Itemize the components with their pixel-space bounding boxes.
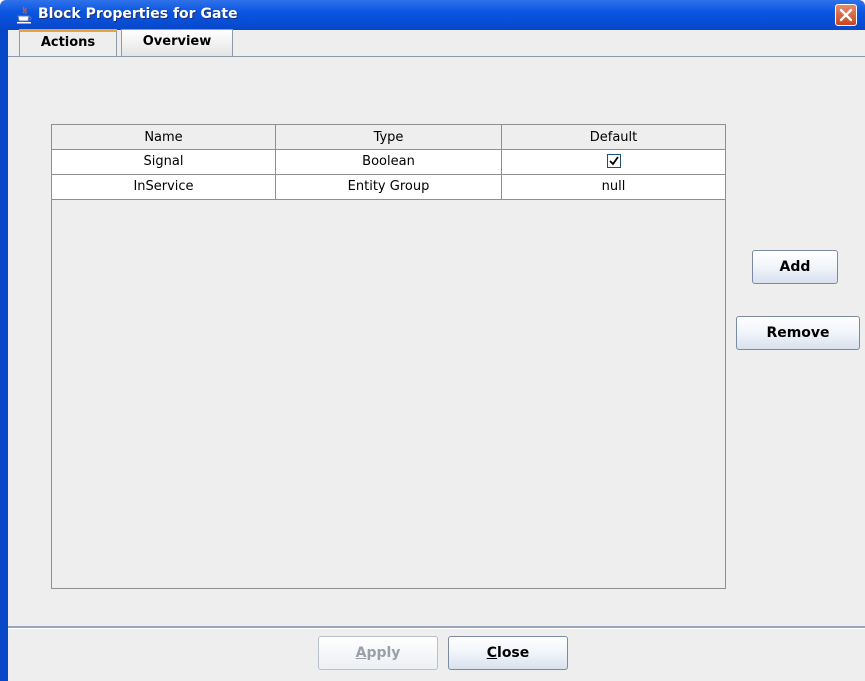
table-header: Name Type Default [52, 125, 725, 150]
table-row[interactable]: InService Entity Group null [52, 175, 725, 200]
java-cup-icon [16, 6, 32, 24]
cell-type[interactable]: Entity Group [276, 175, 502, 199]
actions-table[interactable]: Name Type Default Signal Boolean InServi… [51, 124, 726, 589]
column-header-type[interactable]: Type [276, 125, 502, 149]
tab-actions[interactable]: Actions [19, 29, 117, 56]
close-window-button[interactable] [835, 4, 857, 26]
cell-default[interactable]: null [502, 175, 725, 199]
cell-type[interactable]: Boolean [276, 150, 502, 174]
close-button[interactable]: Close [448, 636, 568, 670]
table-row[interactable]: Signal Boolean [52, 150, 725, 175]
remove-button[interactable]: Remove [736, 316, 860, 350]
cell-name[interactable]: Signal [52, 150, 276, 174]
column-header-name[interactable]: Name [52, 125, 276, 149]
footer-separator-highlight [8, 628, 865, 629]
close-icon [839, 8, 853, 22]
close-label-rest: lose [497, 645, 530, 661]
title-bar[interactable]: Block Properties for Gate [0, 0, 865, 30]
window-title: Block Properties for Gate [38, 6, 238, 22]
cell-name[interactable]: InService [52, 175, 276, 199]
default-checkbox[interactable] [606, 153, 621, 168]
tab-overview[interactable]: Overview [121, 29, 233, 56]
apply-label-rest: pply [366, 645, 401, 661]
cell-default[interactable] [502, 150, 725, 174]
add-button[interactable]: Add [752, 250, 838, 284]
checkmark-icon [608, 155, 619, 165]
apply-button[interactable]: Apply [318, 636, 438, 670]
apply-mnemonic: A [355, 645, 367, 661]
tab-strip-border [8, 56, 865, 57]
column-header-default[interactable]: Default [502, 125, 725, 149]
close-mnemonic: C [486, 645, 498, 661]
